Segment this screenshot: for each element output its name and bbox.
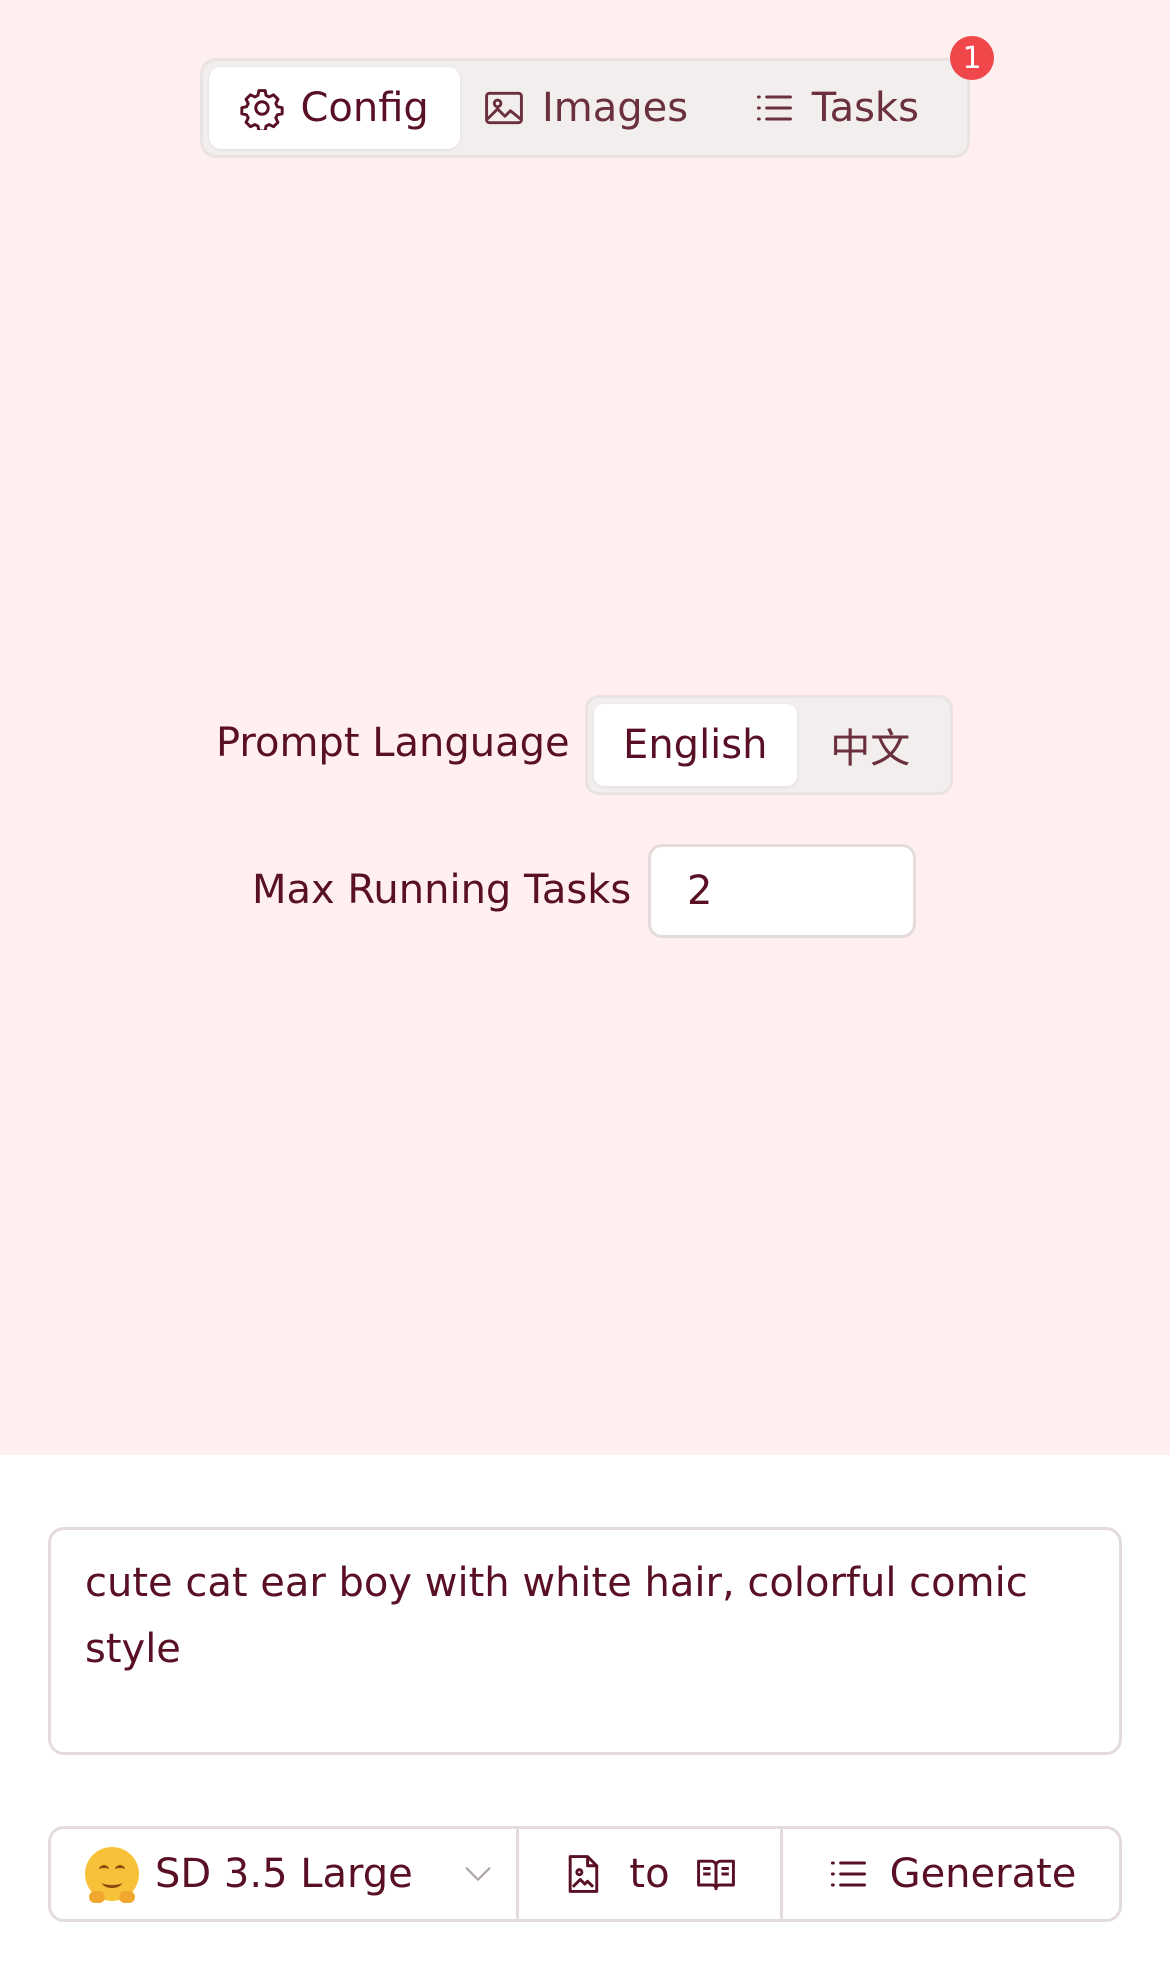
generation-mode-button[interactable]: to	[519, 1829, 783, 1919]
tab-config[interactable]: Config	[209, 67, 461, 149]
max-running-tasks-input[interactable]: 2	[648, 844, 916, 938]
tab-images-label: Images	[541, 85, 689, 131]
list-icon	[830, 1861, 866, 1887]
max-running-tasks-label: Max Running Tasks	[252, 867, 632, 913]
tab-tasks[interactable]: Tasks	[710, 67, 961, 149]
tasks-count-badge: 1	[950, 36, 994, 80]
main-tabs: Config Images Tasks	[200, 58, 970, 158]
tab-tasks-label: Tasks	[811, 85, 919, 131]
generate-button-label: Generate	[889, 1851, 1077, 1897]
model-select[interactable]: SD 3.5 Large	[51, 1829, 519, 1919]
max-running-tasks-value: 2	[687, 868, 713, 914]
image-icon	[485, 91, 523, 125]
generation-mode-label: to	[629, 1851, 670, 1897]
bottom-toolbar: SD 3.5 Large to Generate	[48, 1826, 1122, 1922]
hugging-face-emoji-icon	[85, 1847, 139, 1903]
tab-images[interactable]: Images	[460, 67, 709, 149]
book-icon	[696, 1859, 735, 1891]
tab-config-label: Config	[300, 85, 429, 131]
language-option-chinese-label: 中文	[830, 726, 911, 772]
prompt-language-selector: English 中文	[585, 695, 953, 795]
image-file-icon	[569, 1855, 599, 1893]
list-icon	[756, 95, 792, 121]
prompt-text: cute cat ear boy with white hair, colorf…	[85, 1560, 1028, 1672]
badge-count: 1	[962, 40, 982, 76]
language-option-english[interactable]: English	[594, 704, 797, 786]
language-option-chinese[interactable]: 中文	[797, 704, 944, 786]
prompt-language-label: Prompt Language	[216, 720, 570, 766]
model-select-label: SD 3.5 Large	[155, 1851, 413, 1897]
language-option-english-label: English	[623, 722, 768, 768]
gear-icon	[240, 89, 285, 130]
prompt-textarea[interactable]: cute cat ear boy with white hair, colorf…	[48, 1527, 1122, 1755]
chevron-down-icon	[465, 1867, 491, 1881]
generate-button[interactable]: Generate	[783, 1829, 1119, 1919]
